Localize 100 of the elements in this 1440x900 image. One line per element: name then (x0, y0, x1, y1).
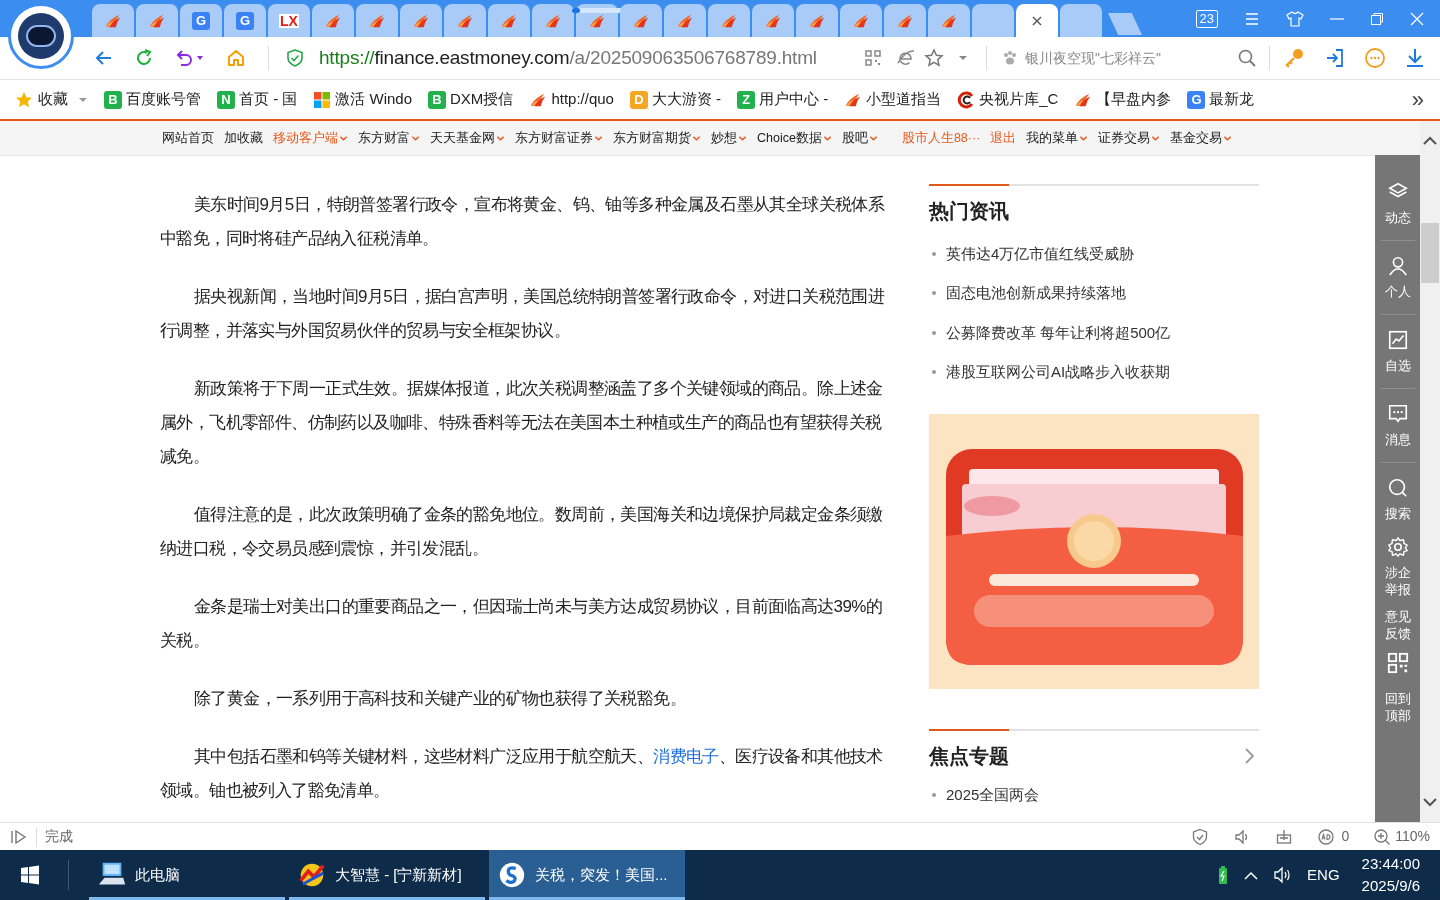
clock-date[interactable]: 2025/9/6 (1361, 875, 1420, 897)
url-field[interactable]: https://finance.eastmoney.com/a/202509063506768789.html (319, 43, 817, 73)
favicon-badge: D (629, 90, 648, 109)
close-icon (1031, 14, 1043, 27)
browser-tab[interactable] (620, 4, 662, 37)
bookmark-link[interactable]: 首页 - 国 (239, 88, 298, 111)
bookmark-link[interactable]: 最新龙 (1209, 88, 1255, 111)
side-toolbar-link[interactable]: 动态 (1384, 209, 1411, 226)
news-link[interactable]: 2025全国两会 (946, 783, 1040, 806)
browser-tab[interactable]: G (180, 4, 222, 37)
browser-tab[interactable] (840, 4, 882, 37)
news-link[interactable]: 英伟达4万亿市值红线受威胁 (946, 242, 1135, 265)
chevron-up-icon (1243, 870, 1260, 880)
browser-tab[interactable]: G (224, 4, 266, 37)
article-link[interactable]: 消费电子 (653, 747, 719, 766)
key-icon (1284, 47, 1306, 69)
browser-tab[interactable] (884, 4, 926, 37)
taskbar-button[interactable]: 关税，突发！美国... (489, 850, 685, 900)
undo-icon (174, 48, 194, 68)
article-paragraph: 其中包括石墨和钨等关键材料，这些材料广泛应用于航空航天、消费电子、医疗设备和其他技术领域。铀也被列入了豁免清单。 (160, 746, 884, 802)
star-icon (924, 48, 944, 68)
side-toolbar-link[interactable]: 意见反馈 (1384, 608, 1411, 642)
clock-time[interactable]: 23:44:00 (1361, 853, 1420, 875)
sign-in-icon (1324, 47, 1346, 69)
site-nav-link[interactable]: 基金交易 (1170, 128, 1223, 148)
browser-tab[interactable] (708, 4, 750, 37)
news-link[interactable]: 公募降费改革 每年让利将超500亿 (946, 321, 1171, 344)
browser-tab[interactable]: LX (268, 4, 310, 37)
article-paragraph: 美东时间9月5日，特朗普签署行政令，宣布将黄金、钨、铀等多种金属及石墨从其全球关税体系中豁免，同时将硅产品纳入征税清单。 (160, 194, 886, 250)
user-icon (1386, 255, 1409, 277)
settings-icon (1386, 536, 1409, 558)
favicon-badge: G (1187, 90, 1206, 109)
search-field[interactable]: 银川夜空现"七彩祥云" (1025, 47, 1231, 69)
input-language[interactable]: ENG (1307, 863, 1340, 887)
side-toolbar-link[interactable]: 回到顶部 (1384, 690, 1411, 724)
windows-logo-icon (313, 90, 332, 109)
bookmark-link[interactable]: 百度账号管 (126, 88, 201, 111)
site-nav-link[interactable]: 天天基金网 (430, 128, 495, 148)
site-nav-link[interactable]: 东方财富期货 (613, 128, 691, 148)
site-nav-link[interactable]: Choice数据 (757, 128, 822, 148)
paw-icon (1001, 49, 1019, 67)
browser-tab[interactable] (796, 4, 838, 37)
bookmark-link[interactable]: 激活 Windo (335, 88, 413, 111)
side-toolbar-link[interactable]: 搜索 (1384, 505, 1411, 522)
bookmark-link[interactable]: 【早盘内参 (1096, 88, 1172, 111)
zoom-icon (1373, 827, 1392, 846)
browser-tab[interactable] (92, 4, 134, 37)
browser-tab[interactable] (752, 4, 794, 37)
bookmark-link[interactable]: 用户中心 - (759, 88, 829, 111)
home-icon (226, 48, 246, 68)
windows-start-icon (20, 865, 40, 885)
site-nav-link[interactable]: 东方财富 (358, 128, 410, 148)
site-nav-link[interactable]: 东方财富证券 (515, 128, 593, 148)
bookmark-link[interactable]: 央视片库_C (979, 88, 1059, 111)
bookmark-link[interactable]: 收藏 (38, 88, 68, 111)
more-bookmarks-button[interactable]: » (1411, 88, 1424, 111)
chart-icon (1386, 329, 1409, 351)
browser-tab[interactable] (1016, 4, 1058, 37)
site-nav-link[interactable]: 加收藏 (224, 128, 263, 148)
browser-tab[interactable] (444, 4, 486, 37)
c-logo-icon (957, 90, 976, 109)
section-title: 热门资讯 (929, 199, 1009, 224)
ie-logo-icon (896, 48, 916, 68)
scrollbar-thumb[interactable] (1421, 223, 1439, 283)
tab-favicon: G (236, 11, 254, 30)
site-nav-link[interactable]: 妙想 (711, 128, 737, 148)
search-icon (1386, 477, 1409, 499)
browser-tab[interactable] (136, 4, 178, 37)
article-paragraph: 新政策将于下周一正式生效。据媒体报道，此次关税调整涵盖了多个关键领域的商品。除上述金属外，飞机零部件、仿制药以及咖啡、特殊香料等无法在美国本土种植或生产的商品也有望获得关税减免。 (160, 378, 884, 468)
news-link[interactable]: 固态电池创新成果持续落地 (946, 282, 1126, 305)
bookmark-link[interactable]: http://quo (551, 88, 614, 111)
zoom-level[interactable]: 110% (1395, 826, 1430, 847)
side-toolbar-link[interactable]: 个人 (1384, 283, 1411, 300)
bookmark-link[interactable]: DXM授信 (450, 88, 514, 111)
browser-tab[interactable] (664, 4, 706, 37)
article-paragraph: 金条是瑞士对美出口的重要商品之一，但因瑞士尚未与美方达成贸易协议，目前面临高达39%的关税。 (160, 596, 884, 652)
bookmark-link[interactable]: 小型道指当 (866, 88, 942, 111)
browser-tab[interactable] (356, 4, 398, 37)
browser-tab[interactable] (928, 4, 970, 37)
bookmark-link[interactable]: 大大游资 - (651, 88, 722, 111)
shield-icon (285, 48, 305, 68)
browser-tab[interactable] (312, 4, 354, 37)
browser-tab[interactable] (400, 4, 442, 37)
sidebar-toggle-icon (10, 828, 28, 845)
site-nav-link[interactable]: 网站首页 (162, 128, 214, 148)
browser-tab[interactable] (532, 4, 574, 37)
status-text: 完成 (45, 827, 73, 846)
side-toolbar-link[interactable]: 消息 (1384, 431, 1411, 448)
browser-tab[interactable] (488, 4, 530, 37)
side-toolbar-link[interactable]: 自选 (1384, 357, 1411, 374)
taskbar-button[interactable]: 此电脑 (89, 850, 285, 900)
scrollbar[interactable] (1420, 121, 1440, 822)
news-link[interactable]: 港股互联网公司AI战略步入收获期 (946, 361, 1171, 384)
ad-block-count: 0 (1341, 827, 1350, 846)
caret-icon (196, 54, 204, 62)
side-toolbar-link[interactable]: 涉企举报 (1384, 564, 1411, 598)
taskbar-button[interactable]: 大智慧 - [宁新新材] (289, 850, 485, 900)
site-nav-link[interactable]: 股吧 (841, 128, 868, 148)
site-nav-link[interactable]: 证券交易 (1098, 128, 1151, 148)
site-nav-link[interactable]: 我的菜单 (1026, 128, 1079, 148)
